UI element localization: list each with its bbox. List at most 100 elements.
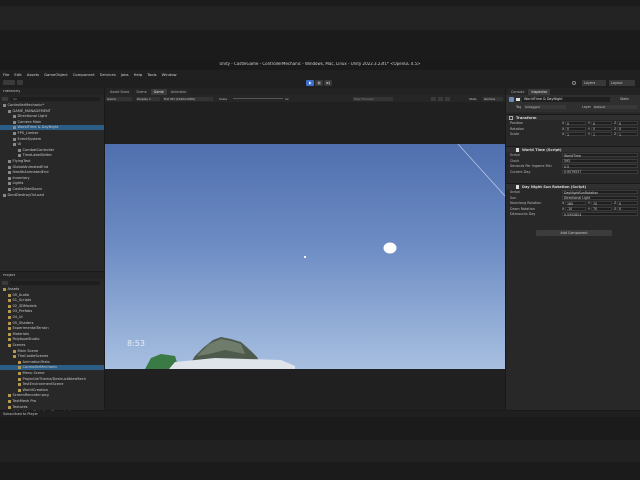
play-button[interactable] <box>306 80 314 86</box>
mute-audio-icon[interactable] <box>431 96 436 101</box>
project-item[interactable]: AnimationTests <box>0 360 104 365</box>
hierarchy-item[interactable]: Directional Light <box>0 114 104 119</box>
project-item[interactable]: Menu Scene <box>0 371 104 376</box>
layout-dropdown[interactable]: Layout <box>609 80 635 86</box>
hierarchy-item[interactable]: CombatController <box>0 148 104 153</box>
project-item[interactable]: 01_Scripts <box>0 298 104 303</box>
collab-button[interactable] <box>17 80 23 85</box>
stats-button[interactable]: Stats <box>469 97 477 101</box>
property-field[interactable]: 593 <box>562 158 638 163</box>
hierarchy-item[interactable]: EventSystem <box>0 137 104 142</box>
project-item[interactable]: Materials <box>0 332 104 337</box>
hierarchy-item[interactable]: ControllerMechanic* <box>0 103 104 108</box>
menu-item-window[interactable]: Window <box>162 72 177 77</box>
account-button[interactable] <box>3 80 15 85</box>
vector-x-field[interactable]: 180 <box>565 201 586 206</box>
day-night-title[interactable]: Day Night Sun Rotation (Script) <box>522 185 586 189</box>
layer-dropdown[interactable]: Default <box>593 104 637 109</box>
hierarchy-item[interactable]: HealthAnimatedEnd <box>0 170 104 175</box>
property-field[interactable]: 0.5552824 <box>562 212 638 217</box>
project-item[interactable]: Scenes <box>0 343 104 348</box>
vector-x-field[interactable]: 0 <box>565 121 586 126</box>
menu-item-services[interactable]: Services <box>100 72 116 77</box>
hierarchy-item[interactable]: Camera Main <box>0 120 104 125</box>
hierarchy-item[interactable]: GAME_MANAGEMENT <box>0 109 104 114</box>
menu-item-help[interactable]: Help <box>134 72 143 77</box>
tab-project[interactable]: Project <box>3 274 15 278</box>
property-field[interactable]: DayNightSunRotation <box>562 190 638 195</box>
project-item[interactable]: PolytopeStudio <box>0 337 104 342</box>
play-mode-dropdown[interactable]: Play Focused <box>353 96 393 101</box>
project-item[interactable]: Textures <box>0 405 104 410</box>
transform-title[interactable]: Transform <box>516 116 537 120</box>
project-item[interactable]: ControllerMechanic <box>0 365 104 371</box>
project-item[interactable]: TheCastleScenes <box>0 354 104 359</box>
active-checkbox[interactable] <box>516 97 520 101</box>
static-toggle[interactable]: Static <box>620 97 629 101</box>
hierarchy-item[interactable]: Lights <box>0 181 104 186</box>
vector-z-field[interactable]: 0 <box>617 206 638 211</box>
add-component-button[interactable]: Add Component <box>536 230 612 236</box>
vector-x-field[interactable]: -10 <box>565 206 586 211</box>
vector-y-field[interactable]: 0 <box>591 121 612 126</box>
menu-item-jobs[interactable]: Jobs <box>121 72 129 77</box>
property-field[interactable]: 0.9579537 <box>562 169 638 174</box>
menu-item-gameobject[interactable]: GameObject <box>44 72 68 77</box>
vector-z-field[interactable]: 1 <box>617 132 638 137</box>
hierarchy-item[interactable]: CastleSideDoors <box>0 187 104 192</box>
keyboard-icon[interactable] <box>445 96 450 101</box>
menu-item-assets[interactable]: Assets <box>27 72 39 77</box>
vector-x-field[interactable]: 0 <box>565 126 586 131</box>
project-item[interactable]: 04_UI <box>0 315 104 320</box>
project-item[interactable]: Assets <box>0 287 104 292</box>
script-enable-checkbox-2[interactable] <box>516 185 520 189</box>
project-item[interactable]: ProjectileTheme/DestructiblesMech <box>0 377 104 382</box>
project-item[interactable]: Main Scene <box>0 349 104 354</box>
object-name-field[interactable]: WorldTime & DayNight <box>522 97 610 102</box>
hierarchy-item[interactable]: UI <box>0 142 104 147</box>
display-number-dropdown[interactable]: Display 1 <box>136 96 160 101</box>
menu-item-tools[interactable]: Tools <box>147 72 156 77</box>
vr-icon[interactable] <box>438 96 443 101</box>
project-item[interactable]: 03_Prefabs <box>0 309 104 314</box>
hierarchy-item[interactable]: DontDestroyOnLoad <box>0 193 104 198</box>
vector-z-field[interactable]: 0 <box>617 126 638 131</box>
add-object-button[interactable] <box>2 96 8 101</box>
project-item[interactable]: TextMesh Pro <box>0 399 104 404</box>
property-field[interactable]: Directional Light <box>562 195 638 200</box>
step-button[interactable] <box>324 80 332 86</box>
hierarchy-item[interactable]: FPS_Limiter <box>0 131 104 136</box>
script-enable-checkbox[interactable] <box>516 148 520 152</box>
tag-dropdown[interactable]: Untagged <box>524 104 566 109</box>
search-icon[interactable] <box>572 81 576 85</box>
property-field[interactable]: WorldTime <box>562 153 638 158</box>
menu-item-file[interactable]: File <box>3 72 9 77</box>
project-item[interactable]: WorldCreation <box>0 388 104 393</box>
aspect-dropdown[interactable]: Full HD (1920x1080) <box>163 96 213 101</box>
vector-z-field[interactable]: 0 <box>617 121 638 126</box>
project-item[interactable]: ExperimentalTerrain <box>0 326 104 331</box>
tab-hierarchy[interactable]: Hierarchy <box>3 90 20 94</box>
project-search-input[interactable] <box>10 280 100 285</box>
layers-dropdown[interactable]: Layers <box>582 80 606 86</box>
world-time-title[interactable]: World Time (Script) <box>522 148 562 152</box>
hierarchy-search-input[interactable]: All <box>10 96 100 101</box>
gizmos-button[interactable]: Gizmos <box>483 96 503 101</box>
scale-slider[interactable] <box>233 98 283 99</box>
project-item[interactable]: ScreenRecorder.png <box>0 393 104 398</box>
project-add-button[interactable] <box>2 280 8 285</box>
vector-y-field[interactable]: 70 <box>591 201 612 206</box>
vector-y-field[interactable]: 0 <box>591 126 612 131</box>
project-item[interactable]: 05_Shaders <box>0 321 104 326</box>
hierarchy-item[interactable]: FlyingText <box>0 159 104 164</box>
project-item[interactable]: TestEnvironmentScene <box>0 382 104 387</box>
vector-z-field[interactable]: 0 <box>617 201 638 206</box>
menu-item-edit[interactable]: Edit <box>14 72 21 77</box>
game-viewport[interactable]: 8:53 <box>105 144 505 369</box>
project-item[interactable]: 02_3DModels <box>0 304 104 309</box>
vector-x-field[interactable]: 1 <box>565 132 586 137</box>
hierarchy-item[interactable]: GlobalAnimatedEnd <box>0 165 104 170</box>
hierarchy-item[interactable]: TimeLabelSetter <box>0 153 104 158</box>
menu-item-component[interactable]: Component <box>73 72 95 77</box>
hierarchy-item[interactable]: WorldTime & DayNight <box>0 125 104 131</box>
